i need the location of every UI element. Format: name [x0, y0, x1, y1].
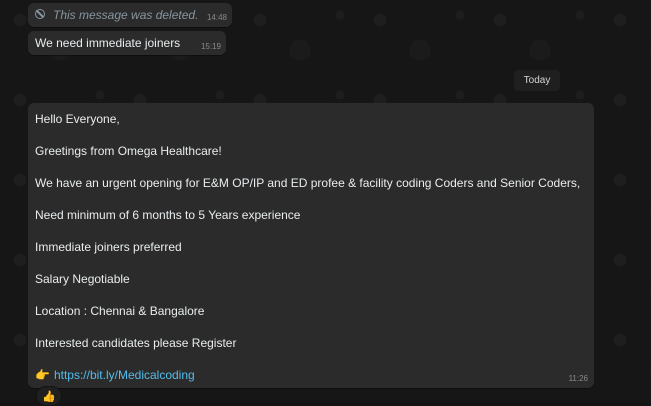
- message-line: We have an urgent opening for E&M OP/IP …: [35, 176, 581, 190]
- message-line: Need minimum of 6 months to 5 Years expe…: [35, 208, 301, 222]
- message-line: Hello Everyone,: [35, 112, 120, 126]
- registration-link[interactable]: https://bit.ly/Medicalcoding: [54, 368, 195, 382]
- message-line: Interested candidates please Register: [35, 336, 237, 350]
- pointing-right-emoji-icon: 👉: [35, 368, 50, 382]
- blocked-icon: [35, 9, 45, 19]
- link-line: 👉 https://bit.ly/Medicalcoding: [35, 368, 195, 382]
- message-line: Greetings from Omega Healthcare!: [35, 144, 222, 158]
- message-text: We need immediate joiners: [35, 36, 181, 50]
- message-bubble[interactable]: We need immediate joiners 15:19: [28, 31, 226, 55]
- message-time: 15:19: [200, 42, 221, 51]
- message-line: Immediate joiners preferred: [35, 240, 182, 254]
- message-time: 11:26: [568, 374, 588, 383]
- date-separator: Today: [514, 70, 560, 91]
- message-line: Salary Negotiable: [35, 272, 130, 286]
- job-post-message-bubble[interactable]: Hello Everyone, Greetings from Omega Hea…: [28, 103, 594, 388]
- deleted-message-bubble[interactable]: This message was deleted. 14:48: [28, 3, 232, 27]
- message-time: 14:48: [206, 13, 227, 22]
- thumbs-up-icon: 👍: [42, 390, 56, 403]
- message-line: Location : Chennai & Bangalore: [35, 304, 205, 318]
- thumbs-up-reaction-icon[interactable]: 👍: [36, 386, 62, 406]
- deleted-message-text: This message was deleted.: [53, 8, 199, 22]
